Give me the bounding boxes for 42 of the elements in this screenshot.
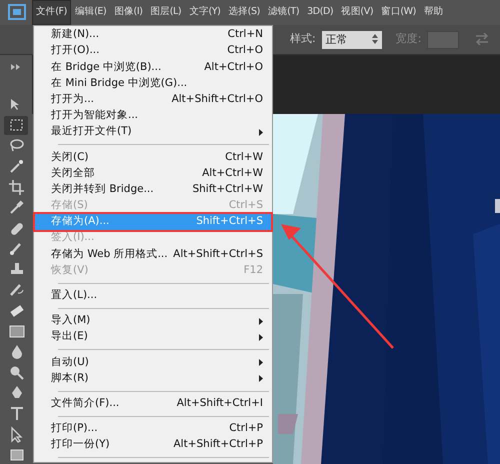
menu-item[interactable]: 脚本(R) <box>35 370 271 387</box>
menu-item[interactable]: 打开为... Alt+Shift+Ctrl+O <box>35 92 271 108</box>
menu-item[interactable]: 帮助 <box>420 0 448 25</box>
menu-item[interactable]: 自动(U) <box>35 354 271 371</box>
crop-icon <box>8 178 24 196</box>
width-label: 宽度: <box>396 31 422 48</box>
menu-item[interactable]: 文件简介(F)... Alt+Shift+Ctrl+I <box>35 396 271 412</box>
menu-item[interactable]: 3D(D) <box>303 0 338 25</box>
menu-item[interactable]: 窗口(W) <box>377 0 420 25</box>
wand-icon <box>8 158 24 176</box>
menu-item[interactable]: 文字(Y) <box>185 0 224 25</box>
menu-item[interactable]: 打印一份(Y) Alt+Shift+Ctrl+P <box>35 437 271 454</box>
menu-item[interactable]: 关闭全部 Alt+Ctrl+W <box>35 166 271 182</box>
menu-item[interactable]: 在 Bridge 中浏览(B)... Alt+Ctrl+O <box>35 59 271 76</box>
updown-icon <box>372 34 378 44</box>
menu-item[interactable]: 打开(O)... Ctrl+O <box>35 43 271 60</box>
menu-item[interactable]: 存储为 Web 所用格式... Alt+Shift+Ctrl+S <box>35 246 271 263</box>
menu-item[interactable]: 图层(L) <box>146 0 186 25</box>
eraser-icon <box>8 302 24 320</box>
menu-item[interactable]: 打开为智能对象... <box>35 108 271 124</box>
menu-item[interactable]: 图像(I) <box>110 0 147 25</box>
menu-item[interactable]: 在 Mini Bridge 中浏览(G)... <box>35 76 271 92</box>
menu-item[interactable]: 最近打开文件(T) <box>35 124 271 140</box>
gradient-icon <box>8 322 24 340</box>
menu-item[interactable]: 导出(E) <box>35 329 271 346</box>
menu-item[interactable]: 编辑(E) <box>70 0 110 25</box>
menu-item[interactable]: 新建(N)... Ctrl+N <box>35 27 271 44</box>
menu-item[interactable]: 打印(P)... Ctrl+P <box>35 420 271 438</box>
style-dropdown[interactable]: 正常 <box>322 30 382 48</box>
menu-item[interactable]: 文件(F) <box>32 0 71 25</box>
menu-item[interactable]: 关闭(C) Ctrl+W <box>35 149 271 166</box>
menu-item[interactable]: 滤镜(T) <box>264 0 304 25</box>
menu-item[interactable]: 选择(S) <box>224 0 264 25</box>
width-field[interactable] <box>427 30 460 48</box>
menu-item[interactable]: 关闭并转到 Bridge... Shift+Ctrl+W <box>35 182 271 198</box>
menu-item[interactable]: 导入(M) <box>35 313 271 330</box>
eyedropper-icon <box>8 199 24 216</box>
menu-item[interactable]: 置入(L)... <box>35 288 271 304</box>
menu-item[interactable]: 视图(V) <box>337 0 378 25</box>
magnifier-icon <box>8 364 24 381</box>
style-label: 样式: <box>290 31 316 48</box>
tool-button[interactable] <box>4 116 28 135</box>
